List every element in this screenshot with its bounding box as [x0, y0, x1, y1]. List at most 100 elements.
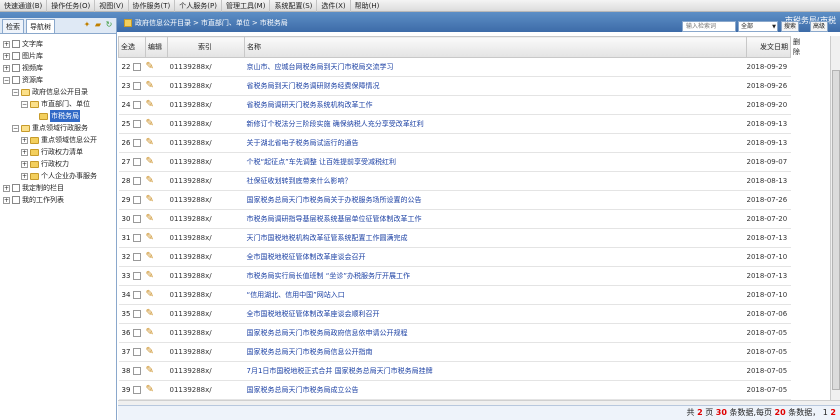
page-link-1[interactable]: 1 [823, 408, 828, 417]
tree-node[interactable]: + 个人企业办事服务 [0, 170, 116, 182]
table-row[interactable]: 23 ✎ 01139288x/省税务局到天门税务调研财务经费保障情况 2018-09… [118, 76, 831, 96]
locate-icon[interactable]: ✦ [82, 20, 92, 30]
row-checkbox[interactable] [132, 348, 141, 356]
breadcrumb-item[interactable]: 政府信息公开目录 [135, 18, 191, 28]
row-checkbox[interactable] [132, 291, 141, 299]
tree-node[interactable]: + 我定制的栏目 [0, 182, 116, 194]
pencil-icon[interactable]: ✎ [146, 119, 156, 129]
document-title-link[interactable]: 全市国税地税征管体制改革座谈会召开 [244, 247, 747, 267]
pencil-icon[interactable]: ✎ [146, 290, 156, 300]
row-checkbox[interactable] [132, 329, 141, 337]
expand-icon[interactable]: + [3, 40, 10, 48]
menu-item[interactable]: 帮助(H) [349, 0, 384, 12]
document-title-link[interactable]: 关于湖北省电子税务局试运行的通告 [244, 133, 747, 153]
pencil-icon[interactable]: ✎ [146, 366, 156, 376]
document-title-link[interactable]: 京山市、应城台网税务局到天门市税局交流学习 [244, 57, 747, 77]
expand-icon[interactable]: + [3, 184, 10, 192]
table-row[interactable]: 29 ✎ 01139288x/国家税务总局天门市税务局关于办税服务场所设置的公告 2… [118, 190, 831, 210]
row-checkbox[interactable] [132, 63, 141, 71]
pencil-icon[interactable]: ✎ [146, 347, 156, 357]
tree-node[interactable]: + 视频库 [0, 62, 116, 74]
table-row[interactable]: 35 ✎ 01139288x/全市国税地税征管体制改革座谈会顺利召开 2018-07… [118, 304, 831, 324]
row-checkbox[interactable] [132, 310, 141, 318]
row-checkbox[interactable] [132, 82, 141, 90]
pencil-icon[interactable]: ✎ [146, 176, 156, 186]
header-date[interactable]: 发文日期 [746, 36, 791, 58]
table-row[interactable]: 30 ✎ 01139288x/市税务局调研指导基层税系统基层单位征管体制改革工作 2… [118, 209, 831, 229]
document-title-link[interactable]: 全市国税地税征管体制改革座谈会顺利召开 [244, 304, 747, 324]
tree-node[interactable]: − 资源库 [0, 74, 116, 86]
table-row[interactable]: 38 ✎ 01139288x/7月1日市国税地税正式合并 国家税务总局天门市税务局… [118, 361, 831, 381]
expand-icon[interactable]: + [21, 148, 28, 156]
breadcrumb-item[interactable]: 市税务局 [260, 18, 288, 28]
header-index[interactable]: 索引 [167, 36, 245, 58]
document-title-link[interactable]: 市税务局实行局长值班制 “坐诊”办税服务厅开展工作 [244, 266, 747, 286]
row-checkbox[interactable] [132, 253, 141, 261]
expand-icon[interactable]: + [3, 64, 10, 72]
row-checkbox[interactable] [132, 101, 141, 109]
menu-item[interactable]: 系统配置(S) [269, 0, 316, 12]
row-checkbox[interactable] [132, 139, 141, 147]
tree-node[interactable]: + 文字库 [0, 38, 116, 50]
table-row[interactable]: 31 ✎ 01139288x/天门市国税地税机构改革征管系统配置工作圆满完成 201… [118, 228, 831, 248]
row-checkbox[interactable] [132, 272, 141, 280]
pencil-icon[interactable]: ✎ [146, 271, 156, 281]
pencil-icon[interactable]: ✎ [146, 233, 156, 243]
table-row[interactable]: 33 ✎ 01139288x/市税务局实行局长值班制 “坐诊”办税服务厅开展工作 2… [118, 266, 831, 286]
pencil-icon[interactable]: ✎ [146, 138, 156, 148]
tree-node[interactable]: + 我的工作列表 [0, 194, 116, 206]
expand-icon[interactable]: + [21, 172, 28, 180]
pencil-icon[interactable]: ✎ [146, 328, 156, 338]
collapse-icon[interactable]: − [12, 88, 19, 96]
menu-item[interactable]: 协作服务(T) [127, 0, 175, 12]
row-checkbox[interactable] [132, 215, 141, 223]
document-title-link[interactable]: 国家税务总局天门市税务局政府信息依申请公开规程 [244, 323, 747, 343]
breadcrumb-item[interactable]: 市直部门、单位 [201, 18, 250, 28]
table-row[interactable]: 32 ✎ 01139288x/全市国税地税征管体制改革座谈会召开 2018-07-1… [118, 247, 831, 267]
document-title-link[interactable]: 7月1日市国税地税正式合并 国家税务总局天门市税务局挂牌 [244, 361, 747, 381]
tree-node[interactable]: − 重点领域行政服务 [0, 122, 116, 134]
tree-node[interactable]: + 行政权力清单 [0, 146, 116, 158]
row-checkbox[interactable] [132, 158, 141, 166]
menu-item[interactable]: 管理工具(M) [220, 0, 270, 12]
tree-node[interactable]: + 重点领域信息公开 [0, 134, 116, 146]
tab-nav-tree[interactable]: 导航树 [26, 19, 55, 33]
expand-icon[interactable]: + [21, 160, 28, 168]
menu-item[interactable]: 操作任务(O) [46, 0, 94, 12]
document-title-link[interactable]: 个税“起征点”车先调整 让百姓提前享受减税红利 [244, 152, 747, 172]
search-input[interactable] [682, 21, 736, 32]
tree-node[interactable]: 市税务局 [0, 110, 116, 122]
expand-icon[interactable]: + [3, 196, 10, 204]
pencil-icon[interactable]: ✎ [146, 195, 156, 205]
tree-node[interactable]: + 行政权力 [0, 158, 116, 170]
menu-item[interactable]: 选件(X) [316, 0, 349, 12]
refresh-icon[interactable]: ↻ [104, 20, 114, 30]
document-title-link[interactable]: 国家税务总局天门市税务局关于办税服务场所设置的公告 [244, 190, 747, 210]
tree-node[interactable]: − 政府信息公开目录 [0, 86, 116, 98]
row-checkbox[interactable] [132, 367, 141, 375]
table-row[interactable]: 22 ✎ 01139288x/京山市、应城台网税务局到天门市税局交流学习 2018-… [118, 57, 831, 77]
tree-node[interactable]: + 图片库 [0, 50, 116, 62]
table-row[interactable]: 27 ✎ 01139288x/个税“起征点”车先调整 让百姓提前享受减税红利 201… [118, 152, 831, 172]
row-checkbox[interactable] [132, 386, 141, 394]
pencil-icon[interactable]: ✎ [146, 62, 156, 72]
table-row[interactable]: 39 ✎ 01139288x/国家税务总局天门市税务局成立公告 2018-07-05… [118, 380, 831, 400]
collapse-icon[interactable]: − [3, 76, 10, 84]
pencil-icon[interactable]: ✎ [146, 100, 156, 110]
pencil-icon[interactable]: ✎ [146, 214, 156, 224]
document-title-link[interactable]: 新修订个税法分三阶段实施 确保纳税人充分享受改革红利 [244, 114, 747, 134]
table-row[interactable]: 28 ✎01139288x/社保征收划转到底带来什么影响？2018-08-13已… [118, 171, 831, 191]
search-button[interactable]: 搜索 [781, 21, 800, 32]
document-title-link[interactable]: “信用湖北、信用中国”网站入口 [244, 285, 747, 305]
row-checkbox[interactable] [132, 177, 141, 185]
tab-search[interactable]: 检索 [2, 19, 24, 33]
search-scope-select[interactable]: 全部 ▼ [738, 21, 778, 32]
table-row[interactable]: 24 ✎ 01139288x/省税务局调研天门税务系统机构改革工作 2018-09-… [118, 95, 831, 115]
scrollbar-thumb[interactable] [832, 70, 840, 390]
pencil-icon[interactable]: ✎ [146, 309, 156, 319]
advanced-search-button[interactable]: 高级 [810, 21, 829, 32]
document-title-link[interactable]: 省税务局到天门税务调研财务经费保障情况 [244, 76, 747, 96]
document-title-link[interactable]: 社保征收划转到底带来什么影响？ [244, 171, 747, 191]
document-title-link[interactable]: 天门市国税地税机构改革征管系统配置工作圆满完成 [244, 228, 747, 248]
page-link-2[interactable]: 2 [830, 408, 836, 417]
